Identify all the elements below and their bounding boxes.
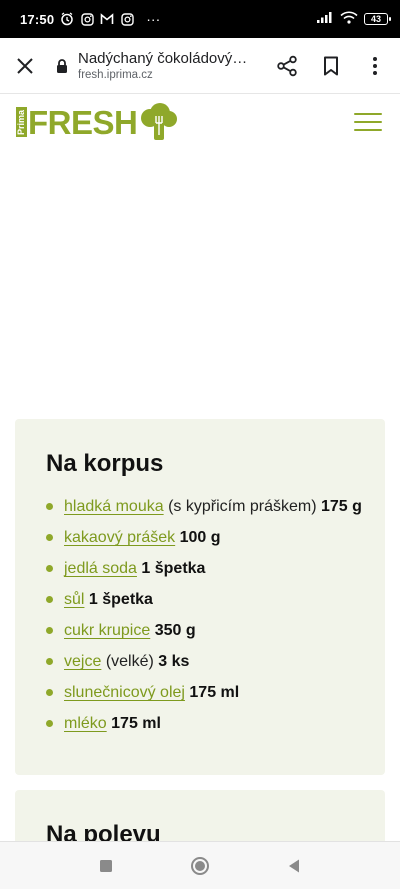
close-tab-button[interactable] (10, 51, 40, 81)
ingredient-item: cukr krupice 350 g (46, 617, 365, 644)
more-dots-icon: ··· (146, 11, 161, 27)
ingredient-amount: 1 špetka (141, 560, 206, 577)
status-bar: 17:50 ··· 43 (0, 0, 400, 38)
close-icon (17, 57, 33, 74)
ingredient-amount: 175 ml (189, 684, 240, 701)
url-text: Nadýchaný čokoládový ... fresh.iprima.cz (78, 50, 248, 81)
share-button[interactable] (272, 51, 302, 81)
bookmark-button[interactable] (316, 51, 346, 81)
ingredient-amount: 175 ml (111, 715, 161, 732)
bullet-icon (46, 627, 53, 634)
ingredient-item: slunečnicový olej 175 ml (46, 679, 365, 706)
gmail-icon (100, 12, 114, 26)
bullet-icon (46, 503, 53, 510)
ingredient-list: hladká mouka (s kypřicím práškem) 175 g … (46, 493, 365, 737)
signal-icon (316, 11, 334, 27)
ingredient-amount: 100 g (179, 529, 221, 546)
ingredients-card-korpus: Na korpus hladká mouka (s kypřicím prášk… (15, 419, 385, 775)
ingredient-link[interactable]: slunečnicový olej (64, 684, 185, 701)
ingredient-link[interactable]: kakaový prášek (64, 529, 175, 546)
domain-text: fresh.iprima.cz (78, 69, 153, 81)
bookmark-icon (324, 56, 338, 75)
square-icon (100, 859, 112, 872)
status-right: 43 (316, 11, 391, 27)
ingredient-link[interactable]: jedlá soda (64, 560, 137, 577)
alarm-icon (60, 12, 74, 26)
site-header: Prima FRESH (0, 94, 400, 150)
ingredient-item: jedlá soda 1 špetka (46, 555, 365, 582)
ingredient-note: (velké) (105, 653, 154, 670)
ingredient-item: sůl 1 špetka (46, 586, 365, 613)
recents-button[interactable] (94, 854, 118, 878)
status-time: 17:50 (20, 11, 55, 27)
browser-toolbar: Nadýchaný čokoládový ... fresh.iprima.cz (0, 38, 400, 94)
more-vertical-icon (373, 56, 377, 75)
ingredient-link[interactable]: sůl (64, 591, 84, 608)
page: 17:50 ··· 43 Nadýchaný čokoládový ... fr… (0, 0, 400, 889)
battery-icon: 43 (364, 13, 391, 25)
address-bar[interactable]: Nadýchaný čokoládový ... fresh.iprima.cz (54, 50, 264, 81)
ingredient-amount: 3 ks (158, 653, 190, 670)
more-options-button[interactable] (360, 51, 390, 81)
bullet-icon (46, 720, 53, 727)
page-title: Nadýchaný čokoládový ... (78, 50, 248, 67)
instagram-icon (80, 12, 94, 26)
back-triangle-icon (289, 859, 299, 872)
bullet-icon (46, 596, 53, 603)
hamburger-menu-button[interactable] (352, 110, 384, 134)
ingredient-item: hladká mouka (s kypřicím práškem) 175 g (46, 493, 365, 520)
system-nav-bar (0, 841, 400, 889)
ingredient-note: (s kypřicím práškem) (168, 498, 317, 515)
share-icon (277, 55, 297, 76)
home-button[interactable] (188, 854, 212, 878)
ingredient-amount: 350 g (154, 622, 196, 639)
menu-line-icon (354, 113, 382, 115)
back-button[interactable] (282, 854, 306, 878)
wifi-icon (340, 11, 358, 27)
menu-line-icon (354, 121, 382, 123)
ingredient-link[interactable]: hladká mouka (64, 498, 164, 515)
menu-line-icon (354, 129, 382, 131)
logo-fresh: FRESH (28, 103, 138, 141)
ingredient-item: mléko 175 ml (46, 710, 365, 737)
section-title: Na korpus (46, 450, 164, 477)
ingredient-link[interactable]: cukr krupice (64, 622, 150, 639)
ingredient-item: vejce (velké) 3 ks (46, 648, 365, 675)
lock-icon (57, 58, 67, 73)
ingredient-link[interactable]: mléko (64, 715, 107, 732)
bullet-icon (46, 658, 53, 665)
ingredient-amount: 175 g (320, 498, 362, 515)
bullet-icon (46, 534, 53, 541)
broccoli-fork-icon (141, 103, 178, 140)
fresh-logo[interactable]: Prima FRESH (16, 103, 178, 141)
ingredient-amount: 1 špetka (88, 591, 153, 608)
logo-prima: Prima (16, 107, 27, 137)
bullet-icon (46, 565, 53, 572)
browser-actions (272, 51, 390, 81)
ingredient-item: kakaový prášek 100 g (46, 524, 365, 551)
ingredient-link[interactable]: vejce (64, 653, 101, 670)
battery-level: 43 (370, 14, 381, 24)
instagram-icon (120, 12, 134, 26)
status-left: 17:50 ··· (20, 11, 160, 27)
bullet-icon (46, 689, 53, 696)
home-circle-icon (191, 856, 209, 875)
